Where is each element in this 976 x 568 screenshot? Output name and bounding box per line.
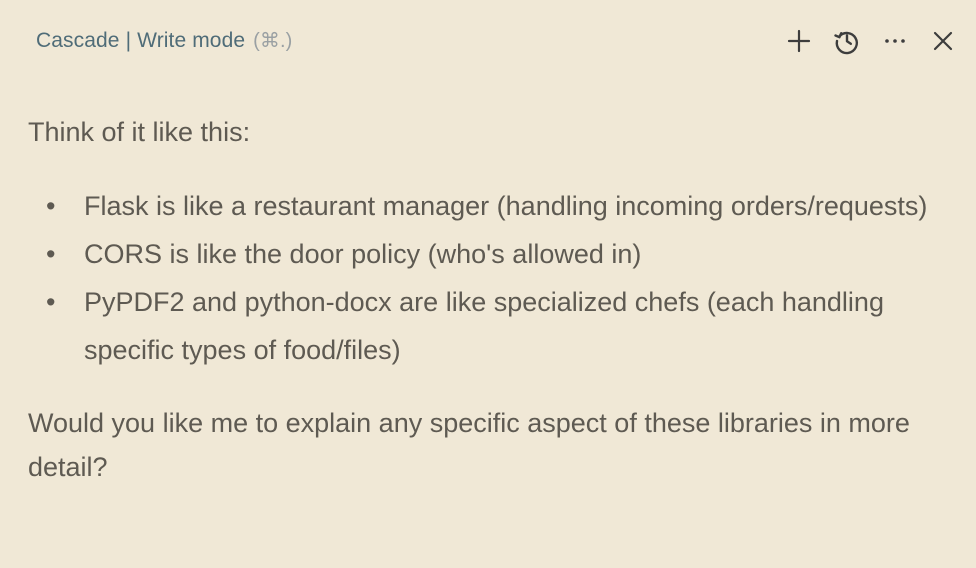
panel-title: Cascade | Write mode (⌘.) (36, 28, 292, 53)
list-item: • Flask is like a restaurant manager (ha… (28, 182, 953, 230)
message-outro: Would you like me to explain any specifi… (28, 408, 910, 482)
list-item: • PyPDF2 and python-docx are like specia… (28, 278, 953, 374)
close-icon (933, 31, 953, 51)
bullet-icon: • (46, 191, 56, 221)
more-button[interactable] (878, 24, 912, 58)
list-item: • CORS is like the door policy (who's al… (28, 230, 953, 278)
bullet-list: • Flask is like a restaurant manager (ha… (28, 182, 953, 374)
list-item-text: Flask is like a restaurant manager (hand… (84, 191, 928, 221)
assistant-message: Think of it like this: • Flask is like a… (28, 108, 953, 489)
mode-label[interactable]: Write mode (137, 29, 245, 52)
bullet-icon: • (46, 287, 56, 317)
list-item-text: CORS is like the door policy (who's allo… (84, 239, 642, 269)
close-button[interactable] (926, 24, 960, 58)
history-button[interactable] (830, 24, 864, 58)
list-item-text: PyPDF2 and python-docx are like speciali… (84, 287, 884, 365)
panel-header: Cascade | Write mode (⌘.) (0, 0, 976, 82)
title-separator: | (125, 29, 132, 52)
bullet-icon: • (46, 239, 56, 269)
message-intro: Think of it like this: (28, 117, 251, 147)
app-name: Cascade (36, 29, 120, 52)
shortcut-hint: (⌘.) (253, 30, 293, 52)
plus-icon (787, 29, 811, 53)
new-chat-button[interactable] (782, 24, 816, 58)
more-horizontal-icon (885, 39, 905, 43)
history-icon (834, 31, 858, 55)
header-actions (768, 24, 960, 58)
